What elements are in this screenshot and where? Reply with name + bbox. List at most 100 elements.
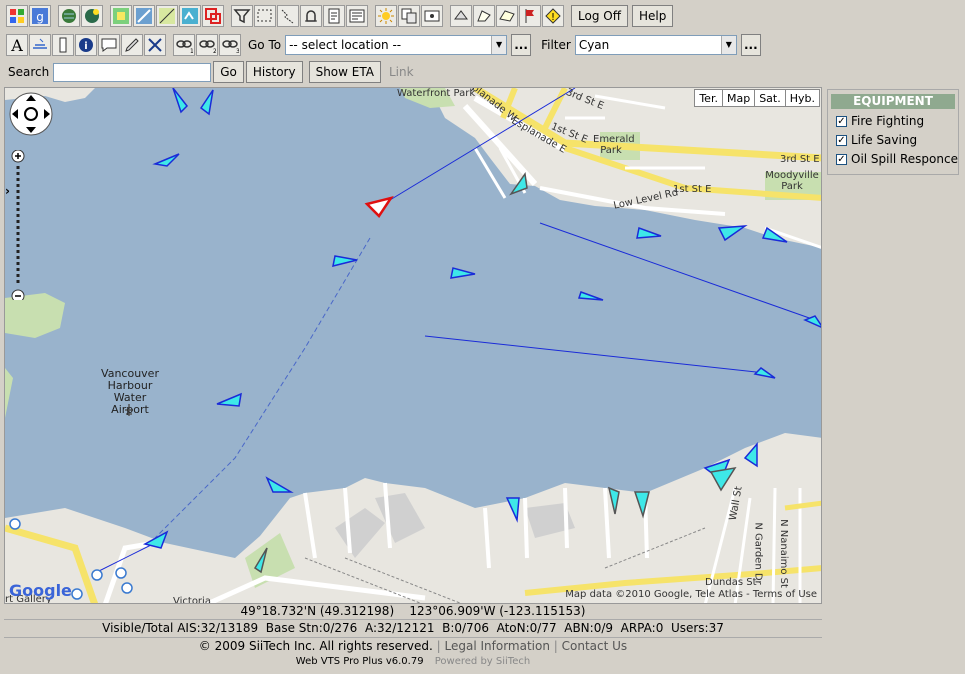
- info-icon[interactable]: i: [75, 33, 97, 56]
- svg-text:i: i: [84, 41, 87, 52]
- map-attribution[interactable]: Map data ©2010 Google, Tele Atlas - Term…: [565, 589, 817, 600]
- layers-icon[interactable]: [202, 5, 224, 27]
- checkbox-life-saving[interactable]: ✓ Life Saving: [836, 133, 958, 147]
- copy-icon[interactable]: [398, 5, 420, 27]
- equipment-title: EQUIPMENT: [831, 94, 955, 109]
- measure-icon[interactable]: [29, 33, 51, 56]
- checkbox-checked-icon[interactable]: ✓: [836, 115, 847, 127]
- checkbox-checked-icon[interactable]: ✓: [836, 153, 847, 165]
- zoom-area-icon[interactable]: [133, 5, 155, 27]
- checkbox-oil-spill[interactable]: ✓ Oil Spill Responce: [836, 152, 958, 166]
- legal-link[interactable]: Legal Information: [445, 639, 550, 653]
- vessel-marker: [636, 226, 662, 239]
- windows-icon[interactable]: [6, 5, 28, 27]
- chevron-down-icon[interactable]: ▼: [491, 35, 507, 54]
- map-label-1st-st-b: 1st St E: [673, 184, 712, 195]
- map-type-hybrid[interactable]: Hyb.: [784, 90, 819, 106]
- side-panel-toggle-icon[interactable]: ›: [5, 184, 10, 198]
- vessel-marker: [152, 153, 180, 167]
- pen-icon[interactable]: [121, 33, 143, 56]
- show-eta-button[interactable]: Show ETA: [308, 61, 381, 83]
- filter-label: Filter: [541, 37, 571, 52]
- chevron-down-icon[interactable]: ▼: [720, 35, 736, 54]
- transit-icon: [91, 569, 103, 581]
- sun-icon[interactable]: [375, 5, 397, 27]
- map-label-emerald: Emerald Park: [593, 134, 635, 156]
- screen-icon[interactable]: [346, 5, 368, 27]
- vessel-marker: [753, 367, 776, 379]
- alarm-icon[interactable]: [300, 5, 322, 27]
- goto-select[interactable]: -- select location -- ▼: [285, 34, 508, 55]
- zoom-slider[interactable]: [10, 150, 26, 300]
- link2-icon[interactable]: 2: [196, 33, 218, 56]
- tools-a-icon[interactable]: [450, 5, 472, 27]
- map-canvas[interactable]: [5, 88, 822, 604]
- help-button[interactable]: Help: [631, 5, 674, 27]
- map-type-map[interactable]: Map: [721, 90, 754, 106]
- version-line: Web VTS Pro Plus v6.0.79 Powered by SiiT…: [4, 656, 822, 667]
- device-icon[interactable]: [52, 33, 74, 56]
- powered-by-text: Powered by SiiTech: [434, 656, 531, 667]
- track-icon[interactable]: [277, 5, 299, 27]
- select-rect-icon[interactable]: [254, 5, 276, 27]
- delete-icon[interactable]: [144, 33, 166, 56]
- google-icon[interactable]: g: [29, 5, 51, 27]
- tools-c-icon[interactable]: [496, 5, 518, 27]
- link1-icon[interactable]: 1: [173, 33, 195, 56]
- map-type-terrain[interactable]: Ter.: [695, 90, 722, 106]
- search-input[interactable]: [53, 62, 212, 82]
- globe1-icon[interactable]: [58, 5, 80, 27]
- search-bar: Search Go History Show ETA Link: [0, 59, 965, 85]
- filter-more-button[interactable]: ...: [740, 33, 761, 56]
- svg-text:1: 1: [190, 48, 193, 54]
- vessel-marker: [172, 88, 188, 114]
- map-type-switcher: Ter. Map Sat. Hyb.: [694, 89, 820, 107]
- logoff-button[interactable]: Log Off: [571, 5, 628, 27]
- transit-icon: [9, 518, 21, 530]
- map-type-satellite[interactable]: Sat.: [754, 90, 785, 106]
- contact-link[interactable]: Contact Us: [562, 639, 628, 653]
- filter-select[interactable]: Cyan ▼: [574, 34, 737, 55]
- zoom-out-icon: [11, 289, 25, 300]
- svg-text:!: !: [551, 12, 555, 23]
- goto-select-value: -- select location --: [289, 37, 402, 52]
- equipment-panel: EQUIPMENT ✓ Fire Fighting ✓ Life Saving …: [827, 89, 959, 175]
- text-tool-icon[interactable]: A: [6, 33, 28, 56]
- svg-text:3: 3: [236, 48, 239, 54]
- globe2-icon[interactable]: [81, 5, 103, 27]
- report-icon[interactable]: [323, 5, 345, 27]
- search-label: Search: [8, 65, 50, 79]
- main-toolbar: g ! Log Off Help: [0, 2, 965, 30]
- footer: © 2009 SiiTech Inc. All rights reserved.…: [198, 639, 628, 653]
- link3-icon[interactable]: 3: [219, 33, 241, 56]
- map-tools-icon[interactable]: [179, 5, 201, 27]
- filter-icon[interactable]: [231, 5, 253, 27]
- go-button[interactable]: Go: [213, 61, 244, 83]
- layer-color-icon[interactable]: [110, 5, 132, 27]
- checkbox-fire-fighting[interactable]: ✓ Fire Fighting: [836, 114, 958, 128]
- vessel-marker: [450, 267, 476, 279]
- checkbox-checked-icon[interactable]: ✓: [836, 134, 847, 146]
- map-draw-icon[interactable]: [156, 5, 178, 27]
- vessel-counts: Visible/Total AIS:32/13189 Base Stn:0/27…: [4, 620, 822, 638]
- tools-b-icon[interactable]: [473, 5, 495, 27]
- link-text[interactable]: Link: [389, 65, 414, 79]
- google-logo: Google: [9, 581, 72, 600]
- secondary-toolbar: A i 1 2 3 Go To -- select location -- ▼ …: [0, 31, 965, 58]
- vessel-marker: [577, 291, 604, 301]
- map-label-dundas: Dundas St: [705, 577, 757, 588]
- vessel-marker: [265, 476, 294, 493]
- pan-control[interactable]: [8, 91, 54, 137]
- warning-icon[interactable]: !: [542, 5, 564, 27]
- vessel-marker: [332, 255, 358, 268]
- transit-icon: [115, 567, 127, 579]
- vessel-marker: [199, 89, 214, 116]
- svg-text:A: A: [10, 36, 23, 54]
- message-icon[interactable]: [98, 33, 120, 56]
- svg-text:2: 2: [213, 48, 216, 54]
- flag-icon[interactable]: [519, 5, 541, 27]
- goto-more-button[interactable]: ...: [511, 33, 532, 56]
- display-icon[interactable]: [421, 5, 443, 27]
- history-button[interactable]: History: [245, 61, 303, 83]
- map-view[interactable]: Waterfront Park Esplanade W Esplanade E …: [4, 87, 822, 604]
